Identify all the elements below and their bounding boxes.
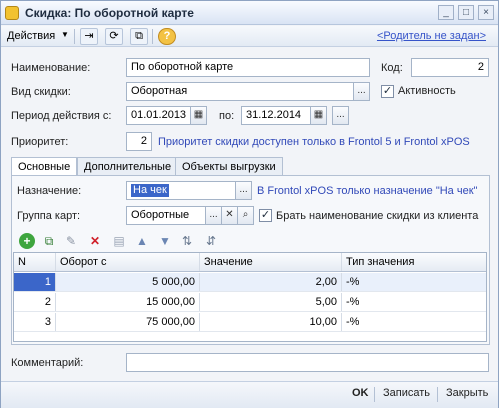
close-window-button[interactable]: Закрыть — [446, 387, 488, 399]
save-row-icon[interactable]: ▤ — [111, 233, 127, 249]
discount-window: Скидка: По оборотной карте _ □ × Действи… — [0, 0, 499, 408]
active-label: Активность — [398, 85, 456, 97]
take-name-checkbox[interactable]: ✓ — [259, 209, 272, 222]
sort-descending-icon[interactable]: ⇵ — [203, 233, 219, 249]
priority-note: Приоритет скидки доступен только в Front… — [158, 136, 470, 148]
copy-row-icon[interactable]: ⧉ — [41, 233, 57, 249]
code-field[interactable]: 2 — [411, 58, 489, 77]
sort-ascending-icon[interactable]: ⇅ — [179, 233, 195, 249]
cell-turnover[interactable]: 75 000,00 — [56, 313, 200, 331]
kind-field[interactable]: Оборотная — [126, 82, 354, 101]
period-label: Период действия с: — [11, 110, 112, 122]
cell-value-type[interactable]: -% — [342, 313, 486, 331]
move-down-icon[interactable]: ▼ — [157, 233, 173, 249]
priority-label: Приоритет: — [11, 136, 69, 148]
purpose-select-button[interactable]: ... — [235, 181, 252, 200]
kind-select-button[interactable]: ... — [353, 82, 370, 101]
card-group-select-button[interactable]: ... — [205, 206, 222, 225]
edit-icon[interactable]: ✎ — [63, 233, 79, 249]
window-title: Скидка: По оборотной карте — [25, 6, 194, 20]
active-checkbox[interactable]: ✓ — [381, 85, 394, 98]
toolbar-separator — [152, 29, 153, 44]
copy-icon[interactable]: ⧉ — [130, 28, 148, 45]
code-label: Код: — [381, 62, 403, 74]
purpose-label: Назначение: — [17, 185, 82, 197]
chevron-down-icon: ▼ — [61, 30, 69, 39]
cell-turnover[interactable]: 5 000,00 — [56, 273, 200, 291]
ok-button[interactable]: OK — [352, 387, 369, 399]
column-header-value-type[interactable]: Тип значения — [342, 253, 486, 271]
period-to-label: по: — [219, 110, 235, 122]
tab-additional[interactable]: Дополнительные — [77, 157, 179, 176]
name-label: Наименование: — [11, 62, 91, 74]
column-header-turnover[interactable]: Оборот с — [56, 253, 200, 271]
move-icon[interactable]: ⇥ — [80, 28, 98, 45]
cell-n: 3 — [14, 313, 56, 331]
refresh-icon[interactable]: ⟳ — [105, 28, 123, 45]
cell-n: 2 — [14, 293, 56, 311]
period-from-field[interactable]: 01.01.2013 — [126, 106, 191, 125]
actions-menu[interactable]: Действия — [7, 30, 55, 42]
toolbar: Действия ▼ ⇥ ⟳ ⧉ ? <Родитель не задан> — [1, 26, 498, 47]
title-bar: Скидка: По оборотной карте _ □ × — [1, 1, 498, 25]
card-group-label: Группа карт: — [17, 210, 81, 222]
table-row[interactable]: 3 75 000,00 10,00 -% — [14, 313, 486, 332]
table-row[interactable]: 2 15 000,00 5,00 -% — [14, 293, 486, 312]
minimize-button[interactable]: _ — [438, 5, 454, 20]
priority-field[interactable]: 2 — [126, 132, 152, 151]
cell-value[interactable]: 10,00 — [200, 313, 342, 331]
column-header-value[interactable]: Значение — [200, 253, 342, 271]
name-field[interactable]: По оборотной карте — [126, 58, 370, 77]
cell-n: 1 — [14, 273, 56, 291]
period-select-button[interactable]: ... — [332, 106, 349, 125]
kind-label: Вид скидки: — [11, 86, 71, 98]
add-row-icon[interactable]: + — [19, 233, 35, 249]
tab-export-objects[interactable]: Объекты выгрузки — [175, 157, 283, 176]
purpose-field[interactable]: На чек — [126, 181, 236, 200]
calendar-icon[interactable]: ▦ — [310, 106, 327, 125]
cell-value[interactable]: 2,00 — [200, 273, 342, 291]
cell-value-type[interactable]: -% — [342, 273, 486, 291]
purpose-note: В Frontol xPOS только назначение "На чек… — [257, 185, 478, 197]
column-header-n[interactable]: N — [14, 253, 56, 271]
tab-main[interactable]: Основные — [11, 157, 78, 177]
footer-bar: OK Записать Закрыть — [1, 381, 498, 408]
cell-value[interactable]: 5,00 — [200, 293, 342, 311]
take-name-label: Брать наименование скидки из клиента — [276, 210, 479, 222]
search-icon[interactable]: ⌕ — [237, 206, 254, 225]
purpose-value: На чек — [131, 184, 169, 197]
cell-value-type[interactable]: -% — [342, 293, 486, 311]
clear-icon[interactable]: ✕ — [221, 206, 238, 225]
card-group-field[interactable]: Оборотные — [126, 206, 206, 225]
parent-link[interactable]: <Родитель не задан> — [377, 30, 486, 42]
restore-button[interactable]: □ — [458, 5, 474, 20]
cell-turnover[interactable]: 15 000,00 — [56, 293, 200, 311]
footer-separator — [374, 387, 375, 402]
table-row[interactable]: 1 5 000,00 2,00 -% — [14, 273, 486, 292]
period-to-field[interactable]: 31.12.2014 — [241, 106, 311, 125]
move-up-icon[interactable]: ▲ — [134, 233, 150, 249]
toolbar-separator — [74, 29, 75, 44]
table-header: N Оборот с Значение Тип значения — [14, 253, 486, 272]
save-button[interactable]: Записать — [383, 387, 430, 399]
comment-label: Комментарий: — [11, 357, 84, 369]
help-icon[interactable]: ? — [158, 28, 176, 45]
comment-field[interactable] — [126, 353, 489, 372]
turnover-table: N Оборот с Значение Тип значения 1 5 000… — [13, 252, 487, 342]
delete-icon[interactable]: ✕ — [87, 233, 103, 249]
calendar-icon[interactable]: ▦ — [190, 106, 207, 125]
app-icon — [5, 6, 19, 20]
footer-separator — [437, 387, 438, 402]
close-button[interactable]: × — [478, 5, 494, 20]
